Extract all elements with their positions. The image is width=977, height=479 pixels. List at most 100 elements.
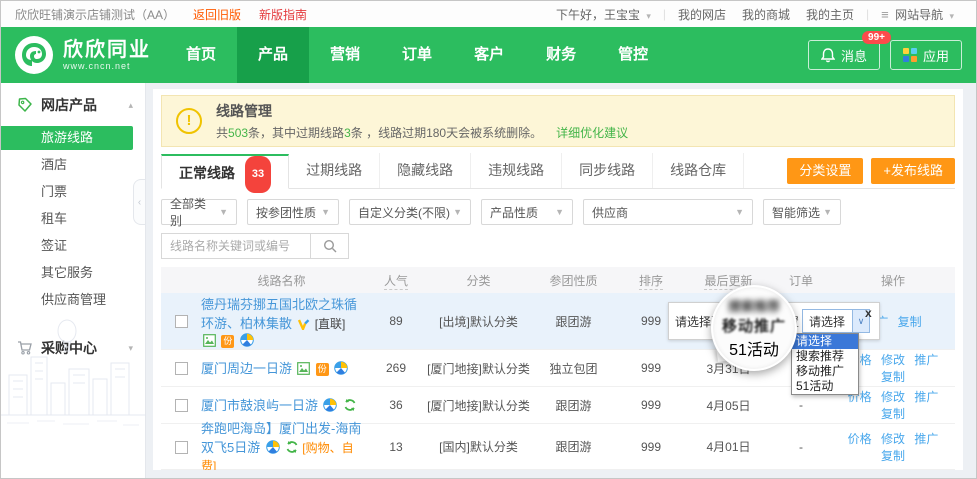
pie-badge-icon xyxy=(334,361,348,375)
sidebar-section-purchase[interactable]: 采购中心 ▾ xyxy=(1,326,145,366)
chevron-down-icon: ▼ xyxy=(735,207,744,217)
sidebar-item-tour-routes[interactable]: 旅游线路 xyxy=(1,126,133,150)
notice-text: 共503条，其中过期线路3条 ，线路过期180天会被系统删除。详细优化建议 xyxy=(216,124,628,141)
promote-link[interactable]: 推广 xyxy=(914,353,938,367)
edit-link[interactable]: 修改 xyxy=(881,390,905,404)
menu-item-marketing[interactable]: 营销 xyxy=(309,27,381,83)
tab-sync-routes[interactable]: 同步线路 xyxy=(562,153,653,188)
image-icon xyxy=(297,362,310,375)
promote-link[interactable]: 推广 xyxy=(914,432,938,446)
sidebar-section-label: 网店产品 xyxy=(41,95,97,115)
notice-title: 线路管理 xyxy=(216,101,628,121)
group-type-value: 跟团游 xyxy=(531,438,616,455)
chevron-down-icon: ▼ xyxy=(321,207,330,217)
promote-link[interactable]: 推广 xyxy=(914,390,938,404)
header-category: 分类 xyxy=(426,272,531,289)
my-shop-link[interactable]: 我的网店 xyxy=(678,6,726,23)
brand-name: 欣欣同业 xyxy=(63,39,151,61)
popularity-value: 36 xyxy=(366,398,426,412)
route-title-link[interactable]: 厦门市鼓浪屿一日游 xyxy=(201,398,318,413)
filter-product-nature[interactable]: 产品性质▼ xyxy=(481,199,573,225)
copy-link[interactable]: 复制 xyxy=(881,370,905,384)
sidebar-item-tickets[interactable]: 门票 xyxy=(1,180,145,204)
updated-value: 3月31日 xyxy=(686,360,771,377)
row-checkbox[interactable] xyxy=(175,399,188,412)
route-title-link[interactable]: 厦门周边一日游 xyxy=(201,361,292,376)
promotion-position-select[interactable]: 请选择 ∨ xyxy=(802,309,870,333)
copy-link[interactable]: 复制 xyxy=(881,407,905,421)
option-51-activity[interactable]: 51活动 xyxy=(792,379,858,394)
alert-icon: ! xyxy=(176,108,202,134)
category-settings-button[interactable]: 分类设置 xyxy=(787,158,863,184)
menu-item-orders[interactable]: 订单 xyxy=(381,27,453,83)
price-link[interactable]: 价格 xyxy=(848,432,872,446)
divider: | xyxy=(866,7,869,21)
filter-group-type[interactable]: 按参团性质 ▼ xyxy=(247,199,339,225)
filter-label: 自定义分类(不限) xyxy=(358,204,450,221)
group-type-value: 独立包团 xyxy=(531,360,616,377)
sidebar-item-car-rental[interactable]: 租车 xyxy=(1,207,145,231)
header-group-type: 参团性质 xyxy=(531,272,616,289)
filter-supplier[interactable]: 供应商▼ xyxy=(583,199,753,225)
filter-label: 按参团性质 xyxy=(256,204,316,221)
sidebar-item-other-services[interactable]: 其它服务 xyxy=(1,261,145,285)
edit-link[interactable]: 修改 xyxy=(881,432,905,446)
site-nav-menu[interactable]: ≡ 网站导航 ▾ xyxy=(881,6,954,23)
apps-grid-icon xyxy=(903,48,917,62)
copy-link[interactable]: 复制 xyxy=(881,449,905,463)
menu-item-products[interactable]: 产品 xyxy=(237,27,309,83)
row-checkbox[interactable] xyxy=(175,315,188,328)
sidebar-item-supplier-management[interactable]: 供应商管理 xyxy=(1,288,145,312)
v-badge-icon xyxy=(297,319,310,330)
sidebar-section-products[interactable]: 网店产品 ▴ xyxy=(1,83,145,123)
filter-all-categories[interactable]: 全部类别▼ xyxy=(161,199,237,225)
table-row: 德丹瑞芬挪五国北欧之珠循环游、柏林集散 [直联] 份 xyxy=(161,293,955,350)
header-last-updated[interactable]: 最后更新 xyxy=(686,272,771,289)
menu-item-finance[interactable]: 财务 xyxy=(525,27,597,83)
messages-label: 消息 xyxy=(841,46,867,65)
row-checkbox[interactable] xyxy=(175,362,188,375)
option-search-recommend[interactable]: 搜索推荐 xyxy=(792,349,858,364)
sidebar-item-hotel[interactable]: 酒店 xyxy=(1,153,145,177)
pie-badge-icon xyxy=(266,440,280,454)
tab-normal-routes[interactable]: 正常线路 33 xyxy=(161,154,289,189)
menu-item-customers[interactable]: 客户 xyxy=(453,27,525,83)
table-header: 线路名称 人气 分类 参团性质 排序 最后更新 订单 操作 xyxy=(161,267,955,293)
messages-button[interactable]: 消息 99+ xyxy=(808,40,880,70)
new-version-guide-link[interactable]: 新版指南 xyxy=(259,6,307,23)
popup-close-button[interactable]: x xyxy=(865,306,872,320)
edit-link[interactable]: 修改 xyxy=(881,353,905,367)
sidebar-item-visa[interactable]: 签证 xyxy=(1,234,145,258)
sort-label: 排序 xyxy=(639,274,663,290)
apps-button[interactable]: 应用 xyxy=(890,40,962,70)
tab-route-warehouse[interactable]: 线路仓库 xyxy=(653,153,744,188)
my-mall-link[interactable]: 我的商城 xyxy=(742,6,790,23)
my-home-link[interactable]: 我的主页 xyxy=(806,6,854,23)
route-management-notice: ! 线路管理 共503条，其中过期线路3条 ，线路过期180天会被系统删除。详细… xyxy=(161,95,955,147)
brand-logo[interactable]: 欣欣同业 www.cncn.net xyxy=(1,34,165,76)
greeting-menu[interactable]: 下午好，王宝宝 ▾ xyxy=(556,6,651,23)
copy-link[interactable]: 复制 xyxy=(898,315,922,329)
navbar-actions: 消息 99+ 应用 xyxy=(808,40,962,70)
option-mobile-promotion[interactable]: 移动推广 xyxy=(792,364,858,379)
search-button[interactable] xyxy=(311,233,349,259)
optimization-advice-link[interactable]: 详细优化建议 xyxy=(556,126,628,140)
tab-expired-routes[interactable]: 过期线路 xyxy=(289,153,380,188)
filter-smart[interactable]: 智能筛选▼ xyxy=(763,199,841,225)
publish-route-button[interactable]: +发布线路 xyxy=(871,158,955,184)
search-input[interactable] xyxy=(161,233,311,259)
header-popularity[interactable]: 人气 xyxy=(366,272,426,289)
menu-item-control[interactable]: 管控 xyxy=(597,27,669,83)
row-checkbox[interactable] xyxy=(175,441,188,454)
tab-hidden-routes[interactable]: 隐藏线路 xyxy=(380,153,471,188)
chevron-down-icon: ▼ xyxy=(453,207,462,217)
option-please-select[interactable]: 请选择 xyxy=(792,334,858,349)
back-old-version-link[interactable]: 返回旧版 xyxy=(193,6,241,23)
header-sort[interactable]: 排序 xyxy=(616,272,686,289)
menu-item-home[interactable]: 首页 xyxy=(165,27,237,83)
filter-label: 智能筛选 xyxy=(772,204,820,221)
chevron-up-icon: ▴ xyxy=(128,100,133,111)
tab-violation-routes[interactable]: 违规线路 xyxy=(471,153,562,188)
sidebar-collapse-handle[interactable]: ‹ xyxy=(133,179,145,225)
filter-custom-category[interactable]: 自定义分类(不限)▼ xyxy=(349,199,471,225)
